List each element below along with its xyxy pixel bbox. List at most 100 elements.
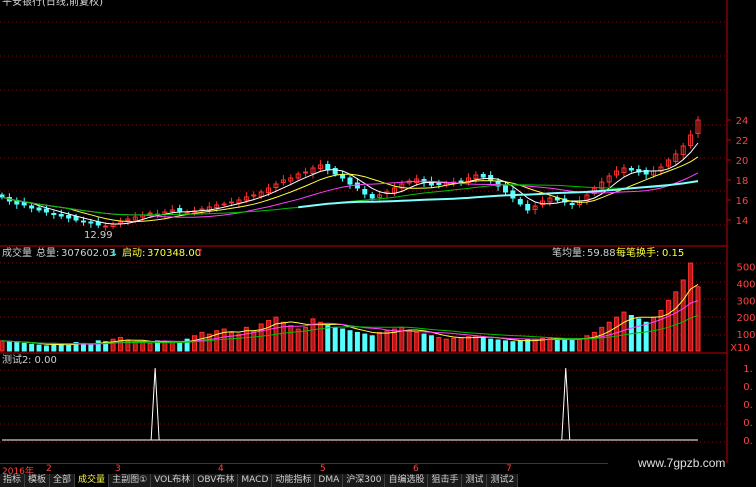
- candle-body: [229, 201, 235, 204]
- volume-bar: [229, 331, 235, 352]
- tab-8[interactable]: 动能指标: [272, 474, 316, 487]
- candle-body: [95, 221, 101, 226]
- time-axis-month: 5: [320, 464, 326, 474]
- tab-13[interactable]: 测试: [462, 474, 488, 487]
- volume-bar: [340, 328, 346, 352]
- per-trade-label: 笔均量:: [552, 246, 585, 259]
- candle-body: [80, 220, 86, 223]
- indicator-tick-label: 1.: [743, 364, 753, 375]
- volume-unit-label: X10: [730, 343, 750, 354]
- volume-bar: [614, 316, 620, 352]
- tab-10[interactable]: 沪深300: [343, 474, 386, 487]
- candle-body: [362, 189, 368, 195]
- tab-0[interactable]: 指标: [0, 474, 26, 487]
- time-axis-month: 4: [218, 464, 224, 474]
- indicator-tick-label: 0.: [743, 400, 753, 411]
- indicator-spike: [2, 367, 698, 441]
- volume-bar: [473, 335, 479, 352]
- time-axis-month: 6: [413, 464, 419, 474]
- candle-body: [21, 202, 27, 206]
- candle-body: [628, 168, 634, 171]
- indicator-name[interactable]: 测试2: [2, 353, 28, 366]
- price-tick-label: 16: [736, 196, 749, 207]
- tab-9[interactable]: DMA: [315, 474, 344, 487]
- tab-5[interactable]: VOL布林: [151, 474, 195, 487]
- tab-7[interactable]: MACD: [238, 474, 273, 487]
- tab-11[interactable]: 自编选股: [385, 474, 429, 487]
- candle-body: [347, 177, 353, 185]
- turnover-value: 0.15: [662, 248, 684, 259]
- volume-tick-label: 200: [736, 313, 755, 324]
- volume-bar: [577, 338, 583, 352]
- candle-body: [51, 213, 57, 215]
- up-arrow-icon: ↑: [196, 248, 204, 259]
- volume-bar: [673, 291, 679, 352]
- tab-3[interactable]: 成交量: [75, 474, 110, 487]
- volume-total-label: 总量:: [36, 246, 59, 259]
- volume-bar: [288, 325, 294, 352]
- price-tick-label: 20: [736, 156, 749, 167]
- tab-6[interactable]: OBV布林: [194, 474, 239, 487]
- volume-bar: [695, 286, 701, 352]
- ma10-line: [1, 156, 699, 223]
- candle-body: [73, 216, 79, 221]
- volume-bar: [458, 336, 464, 352]
- volume-bar: [66, 344, 72, 352]
- candle-body: [66, 215, 72, 219]
- volume-bar: [465, 336, 471, 352]
- volume-total-value: 307602.03: [61, 248, 115, 259]
- candle-body: [517, 199, 523, 205]
- candle-body: [525, 204, 531, 211]
- candle-body: [147, 212, 153, 215]
- stock-chart[interactable]: 242220181614500400300200100X101.0.0.0.0.…: [0, 0, 756, 487]
- candle-body: [340, 174, 346, 179]
- volume-bar: [258, 323, 264, 352]
- volume-bar: [88, 343, 94, 352]
- volume-bar: [332, 326, 338, 352]
- volume-bar: [251, 330, 257, 352]
- volume-bar: [428, 335, 434, 352]
- indicator-tab-bar: 指标 模板 全部 成交量 主副图① VOL布林 OBV布林 MACD 动能指标 DMA 沪深300 自…: [0, 474, 756, 487]
- volume-bar: [591, 331, 597, 352]
- candle-body: [569, 203, 575, 205]
- tab-2[interactable]: 全部: [50, 474, 76, 487]
- candle-body: [251, 194, 257, 197]
- volume-tick-label: 100: [736, 330, 755, 341]
- volume-indicator-name[interactable]: 成交量: [2, 246, 32, 259]
- candle-body: [0, 194, 5, 198]
- candle-body: [58, 214, 64, 217]
- volume-bar: [354, 331, 360, 352]
- volume-bar: [406, 330, 412, 352]
- volume-bar: [599, 326, 605, 352]
- candle-body: [502, 185, 508, 193]
- volume-bar: [688, 262, 694, 352]
- volume-bar: [325, 325, 331, 352]
- volume-bar: [517, 340, 523, 352]
- volume-bar: [384, 330, 390, 352]
- tab-14[interactable]: 测试2: [487, 474, 519, 487]
- candle-body: [369, 194, 375, 199]
- price-panel: [0, 116, 701, 231]
- candle-body: [177, 208, 183, 212]
- volume-bar: [621, 311, 627, 352]
- time-axis-month: 3: [115, 464, 121, 474]
- volume-bar: [117, 336, 123, 352]
- volume-start-label: 启动:: [122, 246, 145, 259]
- candle-body: [221, 203, 227, 206]
- indicator-tick-label: 0.: [743, 382, 753, 393]
- tab-12[interactable]: 狙击手: [428, 474, 463, 487]
- volume-bar: [317, 321, 323, 352]
- candle-body: [43, 208, 49, 213]
- volume-bar: [369, 335, 375, 352]
- indicator-value: : 0.00: [28, 355, 57, 366]
- tab-1[interactable]: 模板: [25, 474, 51, 487]
- indicator-tick-label: 0.: [743, 418, 753, 429]
- volume-bar: [236, 333, 242, 352]
- volume-bar: [0, 340, 5, 352]
- volume-bar: [29, 343, 35, 352]
- tab-4[interactable]: 主副图①: [109, 474, 152, 487]
- candle-body: [88, 221, 94, 224]
- volume-bar: [6, 341, 12, 352]
- volume-bar: [665, 299, 671, 352]
- candle-body: [325, 164, 331, 171]
